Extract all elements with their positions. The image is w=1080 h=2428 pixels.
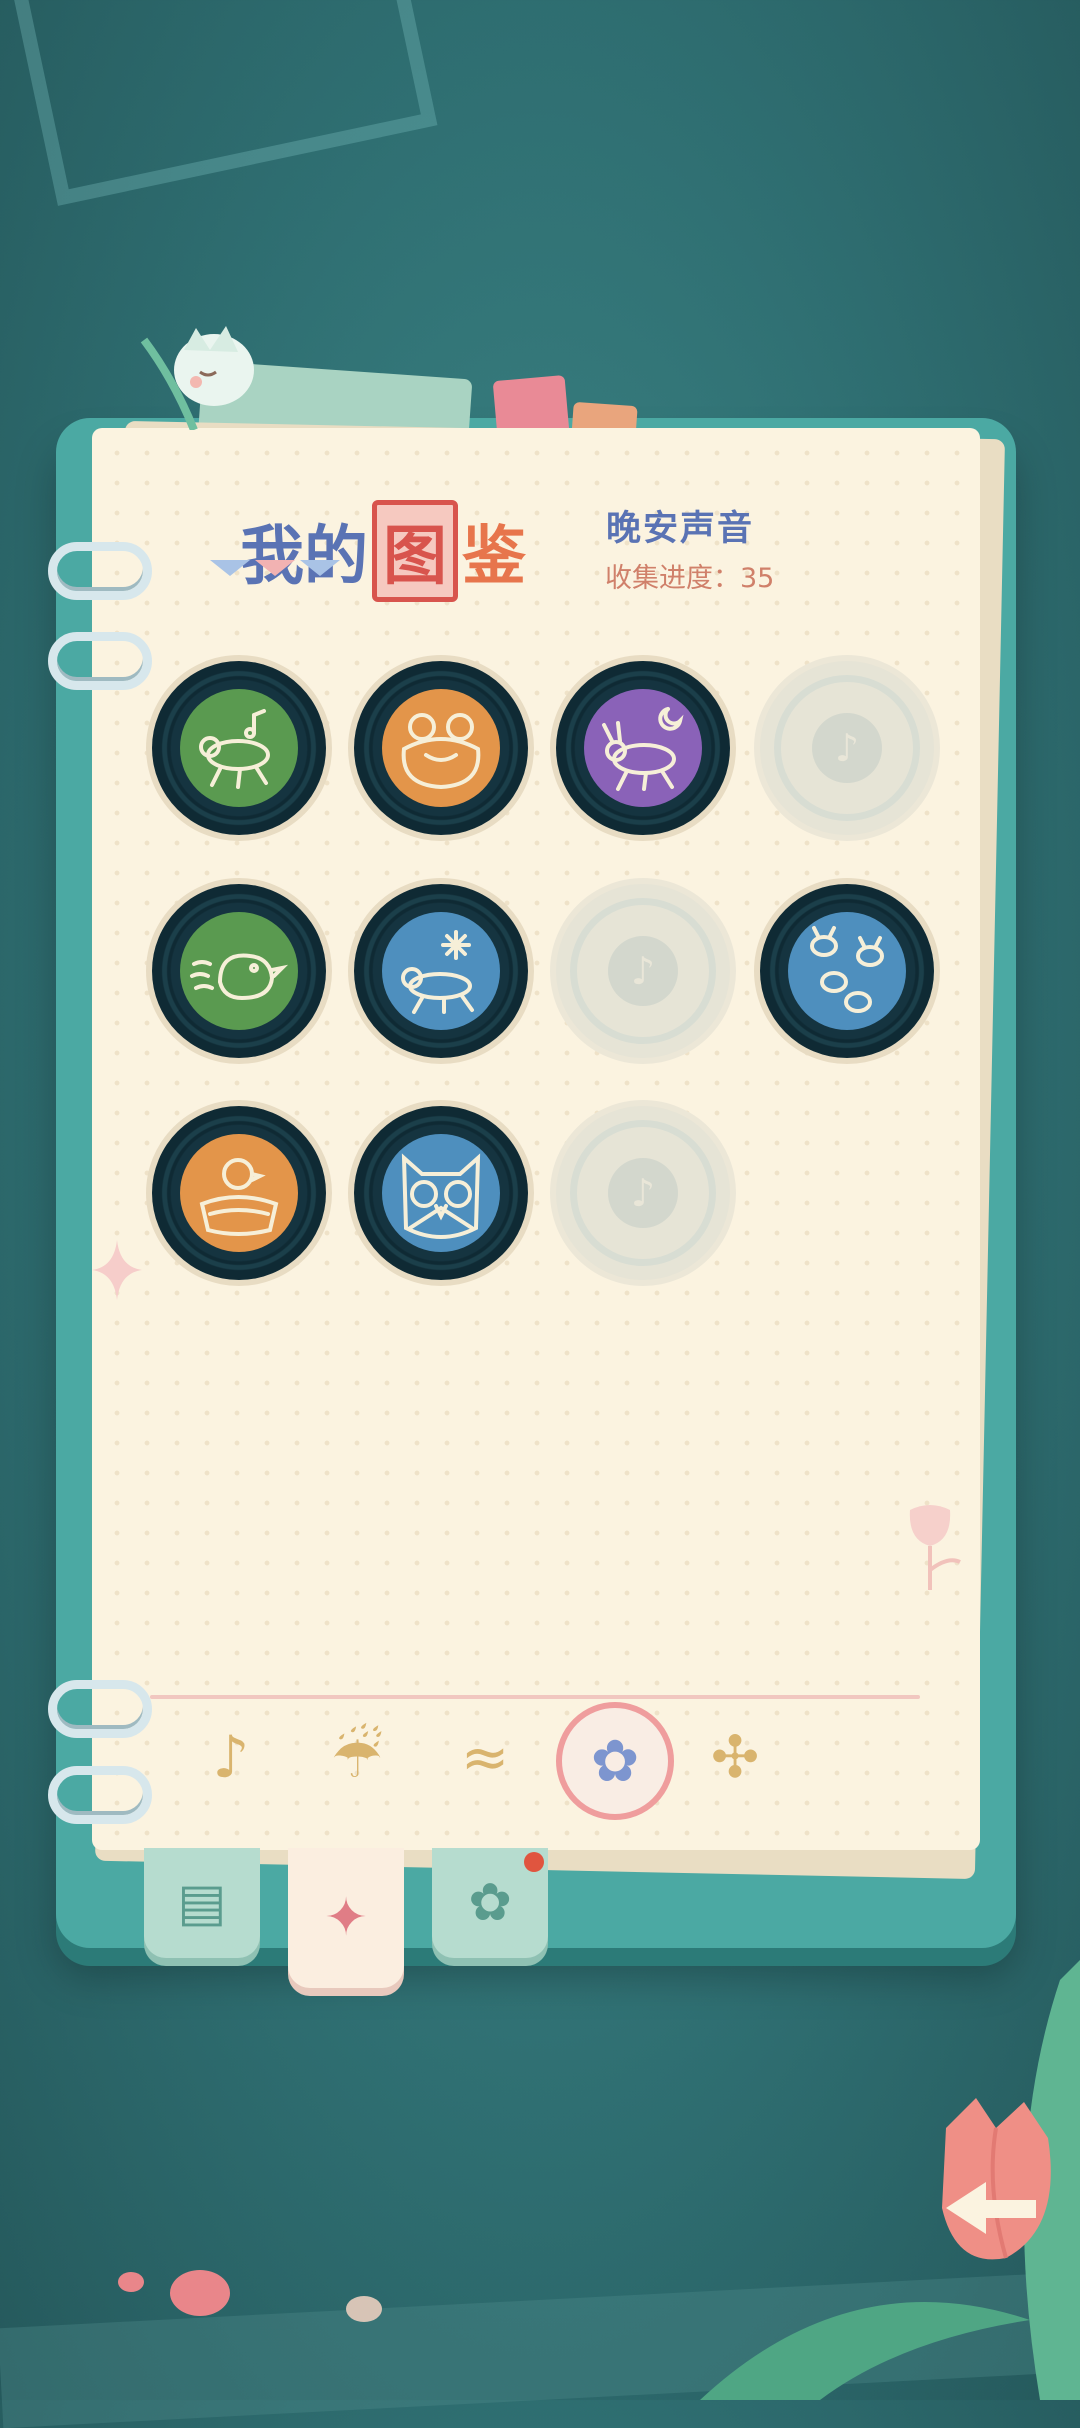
title-text: 我的 (240, 519, 368, 594)
grasshopper-snow-icon (382, 912, 500, 1030)
page-title: 我的 图 鉴 (240, 500, 526, 602)
chick-nest-icon (180, 1134, 298, 1252)
sound-record-locked[interactable]: ♪ (556, 1106, 730, 1280)
sound-record-chick[interactable] (152, 1106, 326, 1280)
rain-cloud-icon[interactable]: ☔ (312, 1712, 402, 1802)
tab-journal[interactable]: ▤ (144, 1848, 260, 1958)
tulip-sketch-decoration (909, 1505, 961, 1590)
butterfly-icon[interactable]: ✿ (556, 1702, 674, 1820)
leaf-icon[interactable]: ✣ (690, 1712, 780, 1802)
sound-record-grasshopper[interactable] (152, 661, 326, 835)
binder-ring (48, 542, 152, 600)
encyclopedia-book-icon: ✦ (324, 1888, 368, 1948)
back-arrow-button[interactable] (936, 2168, 1046, 2248)
flower-badge-icon: ✿ (468, 1873, 512, 1933)
locked-note-icon: ♪ (608, 1158, 678, 1228)
sparkle-decoration (92, 1240, 142, 1300)
fireflies-icon (788, 912, 906, 1030)
sound-record-frog[interactable] (354, 661, 528, 835)
collection-subtitle: 晚安声音 (606, 509, 755, 549)
bird-icon (180, 912, 298, 1030)
frog-icon (382, 689, 500, 807)
sound-record-locked[interactable]: ♪ (760, 661, 934, 835)
sleeping-flower-decoration (140, 326, 254, 430)
background-frame-decoration (10, 0, 438, 206)
owl-icon (382, 1134, 500, 1252)
locked-note-icon: ♪ (608, 936, 678, 1006)
sound-record-grasshopper-snow[interactable] (354, 884, 528, 1058)
locked-note-icon: ♪ (812, 713, 882, 783)
sound-record-fireflies[interactable] (760, 884, 934, 1058)
notification-dot (524, 1852, 544, 1872)
wind-icon[interactable]: ≈ (440, 1712, 530, 1802)
journal-icon: ▤ (177, 1873, 227, 1933)
tab-encyclopedia[interactable]: ✦ (288, 1848, 404, 1988)
pebble-decoration (346, 2296, 382, 2322)
title-last-char: 鉴 (462, 519, 526, 594)
pebble-decoration (118, 2272, 144, 2292)
collection-progress: 收集进度：35 (605, 563, 775, 594)
binder-ring (48, 632, 152, 690)
sound-record-locked[interactable]: ♪ (556, 884, 730, 1058)
grasshopper-note-icon (180, 689, 298, 807)
category-divider (150, 1695, 920, 1699)
cricket-moon-icon (584, 689, 702, 807)
binder-ring (48, 1680, 152, 1738)
sound-record-cricket[interactable] (556, 661, 730, 835)
title-boxed-char: 图 (372, 500, 458, 602)
sound-record-bird[interactable] (152, 884, 326, 1058)
binder-ring (48, 1766, 152, 1824)
bunting-banner-decoration (210, 560, 340, 576)
pebble-decoration (170, 2270, 230, 2316)
music-note-icon[interactable]: ♪ (186, 1712, 276, 1802)
sound-record-owl[interactable] (354, 1106, 528, 1280)
